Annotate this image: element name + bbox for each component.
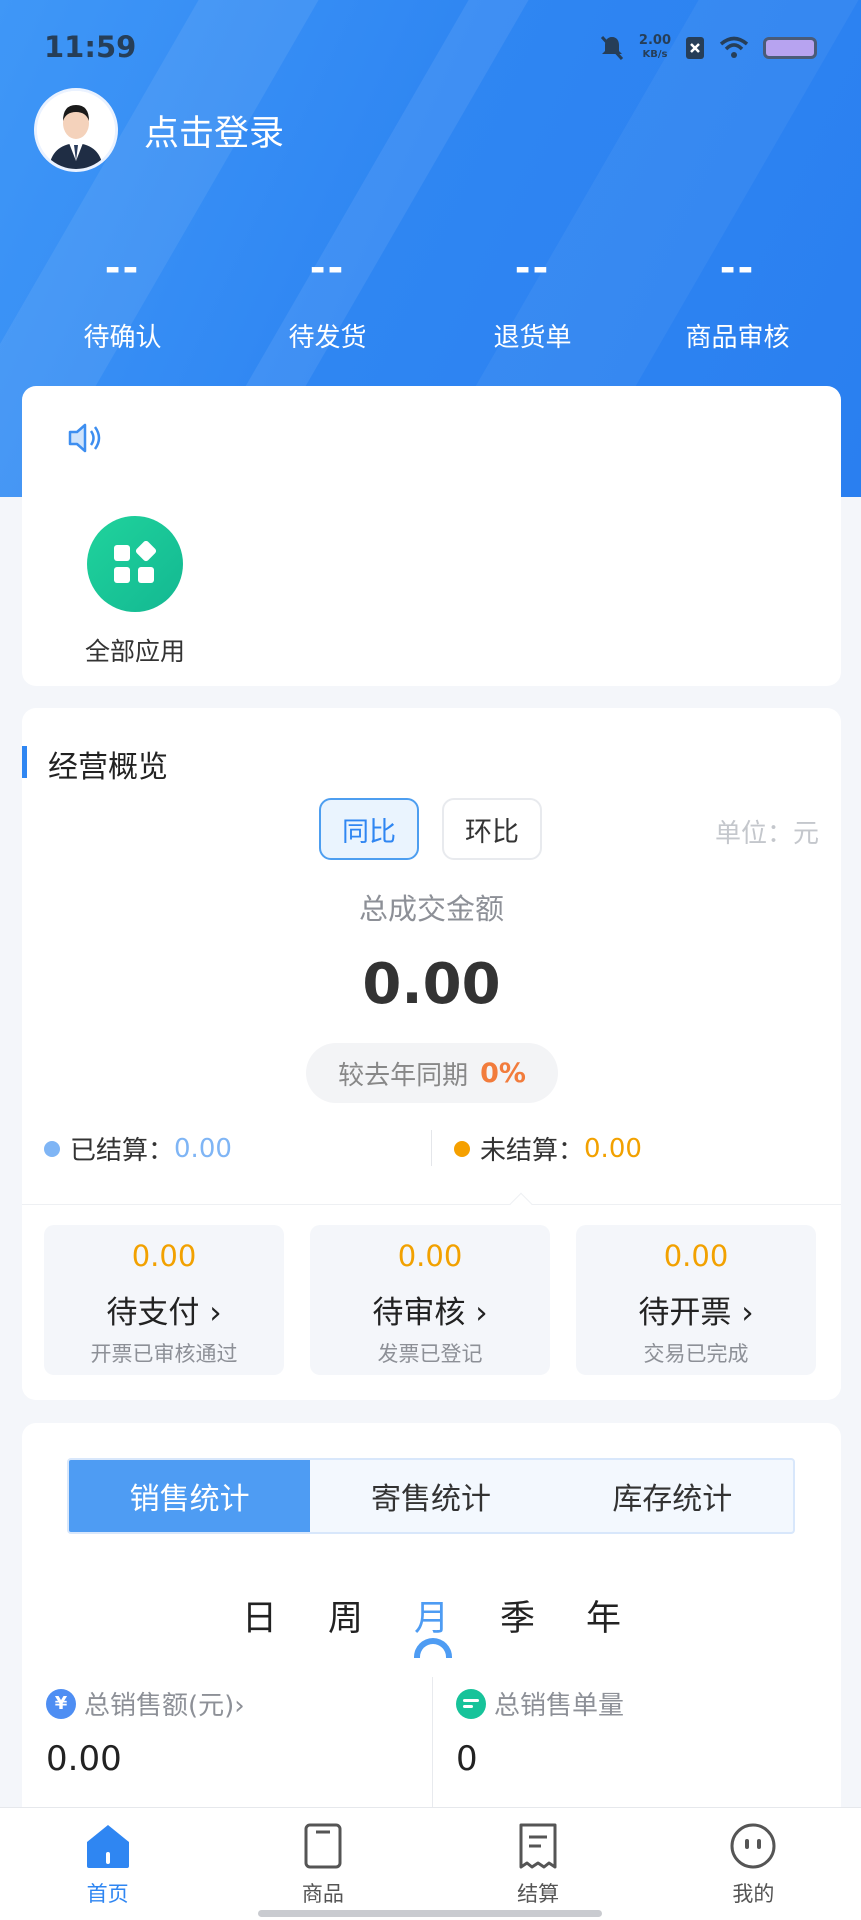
unit-label: 单位：元	[714, 819, 819, 849]
receipt-icon	[519, 1823, 557, 1869]
apps-grid-icon	[87, 516, 183, 612]
yuan-icon: ¥	[46, 1688, 76, 1719]
apps-card: 全部应用	[22, 386, 841, 686]
period-day[interactable]: 日	[240, 1590, 280, 1641]
pending-strip: 0.00 待支付 › 开票已审核通过 0.00 待审核 › 发票已登记 0.00…	[22, 1192, 841, 1400]
total-amount-label: 总成交金额	[358, 892, 504, 926]
stat-label: 退货单	[493, 323, 572, 353]
business-overview-card: 经营概览 同比 环比 单位：元 总成交金额 0.00 较去年同期 0% 已结算：…	[22, 708, 841, 1400]
all-apps-label: 全部应用	[84, 637, 185, 666]
period-year[interactable]: 年	[584, 1590, 624, 1641]
total-amount-value: 0.00	[362, 952, 501, 1017]
home-indicator	[258, 1910, 602, 1917]
period-quarter[interactable]: 季	[498, 1590, 538, 1641]
pointer-arrow	[509, 1192, 533, 1216]
status-time: 11:59	[44, 30, 137, 64]
pending-sub: 发票已登记	[377, 1342, 483, 1366]
pending-label: 待开票 ›	[638, 1295, 754, 1331]
product-icon	[304, 1823, 342, 1869]
total-orders-value: 0	[456, 1739, 478, 1779]
total-orders-label: 总销售单量	[494, 1691, 625, 1721]
pending-amount: 0.00	[131, 1239, 197, 1273]
status-icons: 2.00 KB/s	[599, 34, 817, 62]
stat-label: 商品审核	[685, 323, 790, 353]
pending-review-card[interactable]: 0.00 待审核 › 发票已登记	[310, 1225, 550, 1375]
login-link[interactable]: 点击登录	[144, 105, 284, 156]
login-row[interactable]: 点击登录	[34, 88, 284, 172]
period-week[interactable]: 周	[326, 1590, 366, 1641]
stat-pending-confirm[interactable]: -- 待确认	[20, 245, 225, 354]
sim-off-icon	[686, 37, 704, 59]
stat-label: 待发货	[288, 323, 367, 353]
pending-label: 待支付 ›	[106, 1295, 222, 1331]
unsettled-label: 未结算：	[480, 1136, 585, 1166]
compare-percent: 0%	[480, 1057, 526, 1089]
pending-label: 待审核 ›	[372, 1295, 488, 1331]
settled-label: 已结算：	[70, 1136, 175, 1166]
wifi-icon	[719, 36, 749, 58]
bottom-nav: 首页 商品 结算 我的	[0, 1807, 861, 1920]
bell-muted-icon	[600, 35, 624, 61]
compare-text: 较去年同期	[338, 1060, 469, 1091]
all-apps-button[interactable]: 全部应用	[80, 516, 190, 668]
pending-amount: 0.00	[397, 1239, 463, 1273]
nav-settlement[interactable]: 结算	[431, 1808, 646, 1920]
yoy-toggle[interactable]: 同比	[319, 798, 419, 860]
yoy-compare-pill: 较去年同期 0%	[306, 1043, 558, 1103]
net-speed: 2.00 KB/s	[638, 33, 671, 61]
nav-label: 我的	[732, 1882, 775, 1906]
pending-payment-card[interactable]: 0.00 待支付 › 开票已审核通过	[44, 1225, 284, 1375]
unsettled-row: 未结算： 0.00	[454, 1130, 642, 1167]
announcement-speaker-icon[interactable]	[66, 420, 106, 460]
home-icon	[86, 1825, 129, 1868]
battery-icon	[763, 37, 817, 59]
stat-value: --	[309, 246, 346, 290]
stat-value: --	[104, 246, 141, 290]
pending-amount: 0.00	[663, 1239, 729, 1273]
period-month[interactable]: 月	[412, 1590, 452, 1658]
stat-label: 待确认	[83, 323, 162, 353]
nav-mine[interactable]: 我的	[646, 1808, 861, 1920]
stat-value: --	[719, 246, 756, 290]
mom-toggle[interactable]: 环比	[442, 798, 542, 860]
tab-inventory-stats[interactable]: 库存统计	[552, 1460, 793, 1532]
sales-stats-card: 销售统计 寄售统计 库存统计 日 周 月 季 年 ¥ 总销售额(元)› 0.00…	[22, 1423, 841, 1823]
divider	[431, 1130, 432, 1166]
stats-tabs: 销售统计 寄售统计 库存统计	[67, 1458, 795, 1534]
user-avatar-icon	[37, 91, 115, 169]
nav-label: 结算	[517, 1882, 560, 1906]
stat-value: --	[514, 246, 551, 290]
unsettled-dot	[454, 1140, 470, 1157]
profile-face-icon	[730, 1823, 776, 1869]
section-title: 经营概览	[22, 742, 168, 786]
pending-invoice-card[interactable]: 0.00 待开票 › 交易已完成	[576, 1225, 816, 1375]
nav-label: 首页	[86, 1882, 129, 1906]
settled-row: 已结算： 0.00	[44, 1130, 232, 1167]
pending-sub: 开票已审核通过	[90, 1342, 238, 1366]
nav-home[interactable]: 首页	[0, 1808, 215, 1920]
unsettled-value: 0.00	[584, 1133, 642, 1164]
stat-pending-ship[interactable]: -- 待发货	[225, 245, 430, 354]
nav-products[interactable]: 商品	[215, 1808, 430, 1920]
total-sales-amount-link[interactable]: ¥ 总销售额(元)›	[46, 1685, 245, 1722]
pending-sub: 交易已完成	[643, 1342, 749, 1366]
order-list-icon	[456, 1688, 486, 1719]
total-sales-amount-label: 总销售额(元)›	[84, 1691, 245, 1721]
status-bar: 11:59 2.00 KB/s	[0, 0, 861, 100]
total-sales-amount-value: 0.00	[46, 1739, 122, 1779]
nav-label: 商品	[301, 1882, 344, 1906]
settled-dot	[44, 1140, 60, 1157]
order-stats: -- 待确认 -- 待发货 -- 退货单 -- 商品审核	[0, 245, 861, 354]
divider	[432, 1677, 433, 1807]
total-orders-metric: 总销售单量	[456, 1685, 624, 1722]
stat-product-review[interactable]: -- 商品审核	[635, 245, 840, 354]
settled-value: 0.00	[174, 1133, 232, 1164]
active-period-marker	[413, 1638, 452, 1658]
tab-sales-stats[interactable]: 销售统计	[69, 1460, 311, 1532]
tab-consignment-stats[interactable]: 寄售统计	[310, 1460, 551, 1532]
stat-returns[interactable]: -- 退货单	[430, 245, 635, 354]
period-selector: 日 周 月 季 年	[22, 1590, 841, 1658]
avatar[interactable]	[34, 88, 118, 172]
